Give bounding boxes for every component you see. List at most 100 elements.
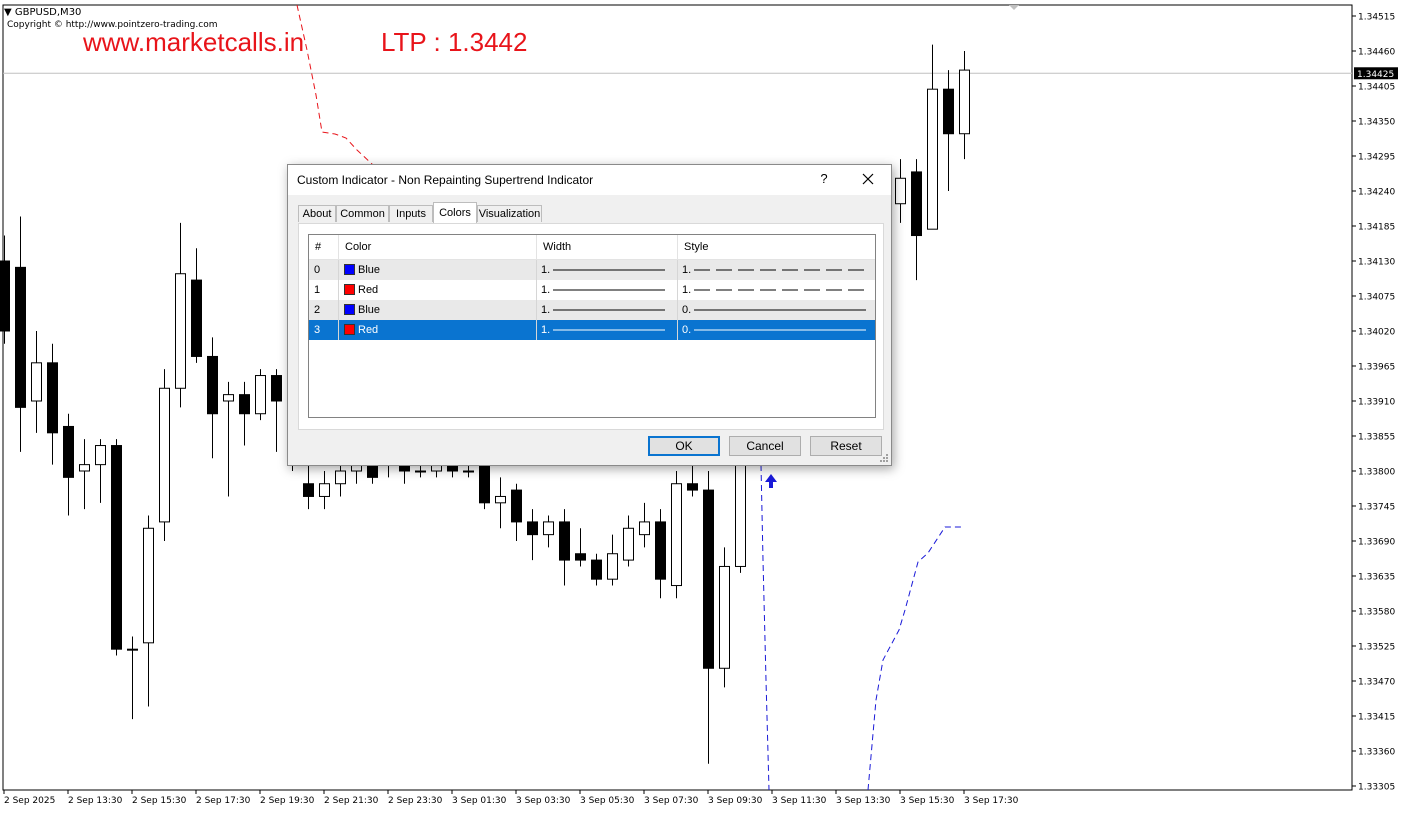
col-header-width[interactable]: Width (537, 235, 678, 259)
width-value: 1. (541, 324, 551, 336)
site-watermark: www.marketcalls.in (83, 27, 305, 57)
time-tick-label: 3 Sep 05:30 (580, 796, 635, 806)
style-line-preview (694, 309, 866, 311)
row-width-cell[interactable]: 1. (537, 320, 678, 340)
row-color-cell[interactable]: Red (339, 320, 537, 340)
cancel-button[interactable]: Cancel (729, 436, 801, 456)
tab-common[interactable]: Common (336, 205, 389, 222)
candle-body (239, 394, 250, 415)
tab-visualization[interactable]: Visualization (477, 205, 542, 222)
width-line-preview (553, 289, 665, 291)
candle-body (527, 521, 538, 536)
price-tick-label: 1.33470 (1358, 678, 1395, 688)
candle-body (271, 375, 282, 402)
time-axis[interactable]: 2 Sep 2025 2 Sep 13:30 2 Sep 15:30 2 Sep 17… (3, 790, 1019, 806)
candle-body (15, 266, 26, 408)
candle-body (687, 483, 698, 491)
tab-colors[interactable]: Colors (433, 202, 477, 223)
candle-body (495, 495, 506, 504)
price-tick-label: 1.34350 (1358, 118, 1395, 128)
candle-body (655, 521, 666, 580)
ok-button[interactable]: OK (648, 436, 720, 456)
candle-body (111, 445, 122, 650)
dialog-titlebar[interactable]: Custom Indicator - Non Repainting Supert… (288, 165, 891, 195)
price-axis[interactable]: 1.34515 1.34460 1.34405 1.34350 1.34295 1.342… (1352, 13, 1398, 793)
time-tick-label: 2 Sep 2025 (4, 796, 55, 806)
candle (159, 369, 170, 541)
width-line-preview (553, 309, 665, 311)
time-tick-label: 2 Sep 15:30 (132, 796, 187, 806)
row-style-cell[interactable]: 1. (678, 280, 875, 300)
row-width-cell[interactable]: 1. (537, 280, 678, 300)
width-value: 1. (541, 284, 551, 296)
price-tick-label: 1.33305 (1358, 783, 1395, 793)
row-index: 1 (309, 280, 339, 300)
col-header-style[interactable]: Style (678, 235, 875, 259)
candle-body (63, 425, 74, 478)
tab-about[interactable]: About (298, 205, 336, 222)
close-button[interactable] (858, 169, 878, 189)
resize-grip-icon[interactable] (879, 453, 889, 463)
candle-body (575, 553, 586, 561)
candle (111, 439, 122, 656)
color-row[interactable]: 0 Blue 1. 1. (309, 260, 875, 280)
help-button[interactable]: ? (816, 171, 832, 189)
candle-body (463, 470, 474, 473)
candle-body (207, 355, 218, 415)
reset-button[interactable]: Reset (810, 436, 882, 456)
price-tick-label: 1.34295 (1358, 153, 1395, 163)
row-index: 2 (309, 300, 339, 320)
row-color-cell[interactable]: Red (339, 280, 537, 300)
color-swatch[interactable] (344, 324, 355, 335)
color-row[interactable]: 1 Red 1. 1. (309, 280, 875, 300)
time-tick-label: 3 Sep 01:30 (452, 796, 507, 806)
style-value: 1. (682, 264, 692, 276)
style-line-preview (694, 329, 866, 331)
style-line-preview (694, 289, 866, 291)
time-tick-label: 3 Sep 09:30 (708, 796, 763, 806)
colors-tab-panel: # Color Width Style 0 Blue 1. 1. 1 Red 1. 1. 2 Bl… (298, 223, 884, 430)
tab-inputs[interactable]: Inputs (389, 205, 433, 222)
candle-body (479, 464, 490, 504)
price-tick-label: 1.34130 (1358, 258, 1395, 268)
width-value: 1. (541, 264, 551, 276)
candle-body (959, 69, 970, 135)
style-line-preview (694, 269, 866, 271)
candle-body (95, 445, 106, 466)
row-width-cell[interactable]: 1. (537, 300, 678, 320)
price-tick-label: 1.33855 (1358, 433, 1395, 443)
color-swatch[interactable] (344, 304, 355, 315)
candle-body (559, 521, 570, 561)
price-tick-label: 1.34515 (1358, 13, 1395, 23)
color-swatch[interactable] (344, 284, 355, 295)
candle-body (143, 527, 154, 644)
collapse-triangle-icon[interactable]: ▼ (4, 7, 15, 18)
candle-body (607, 553, 618, 580)
price-tick-label: 1.34460 (1358, 48, 1395, 58)
time-tick-label: 3 Sep 11:30 (772, 796, 827, 806)
row-style-cell[interactable]: 0. (678, 320, 875, 340)
candle-body (159, 387, 170, 523)
candle-body (255, 375, 266, 415)
price-tick-label: 1.33690 (1358, 538, 1395, 548)
width-line-preview (553, 329, 665, 331)
col-header-color[interactable]: Color (339, 235, 537, 259)
price-tick-label: 1.33910 (1358, 398, 1395, 408)
row-color-cell[interactable]: Blue (339, 260, 537, 280)
time-tick-label: 3 Sep 03:30 (516, 796, 571, 806)
color-swatch[interactable] (344, 264, 355, 275)
chart-symbol-label: ▼ GBPUSD,M30 (4, 7, 81, 18)
candle (719, 547, 730, 688)
row-style-cell[interactable]: 1. (678, 260, 875, 280)
row-style-cell[interactable]: 0. (678, 300, 875, 320)
row-width-cell[interactable]: 1. (537, 260, 678, 280)
time-tick-label: 2 Sep 21:30 (324, 796, 379, 806)
row-color-cell[interactable]: Blue (339, 300, 537, 320)
col-header-index[interactable]: # (309, 235, 339, 259)
color-row[interactable]: 2 Blue 1. 0. (309, 300, 875, 320)
price-tick-label: 1.33525 (1358, 643, 1395, 653)
color-row[interactable]: 3 Red 1. 0. (309, 320, 875, 340)
candle-body (335, 470, 346, 485)
time-tick-label: 2 Sep 13:30 (68, 796, 123, 806)
style-value: 1. (682, 284, 692, 296)
